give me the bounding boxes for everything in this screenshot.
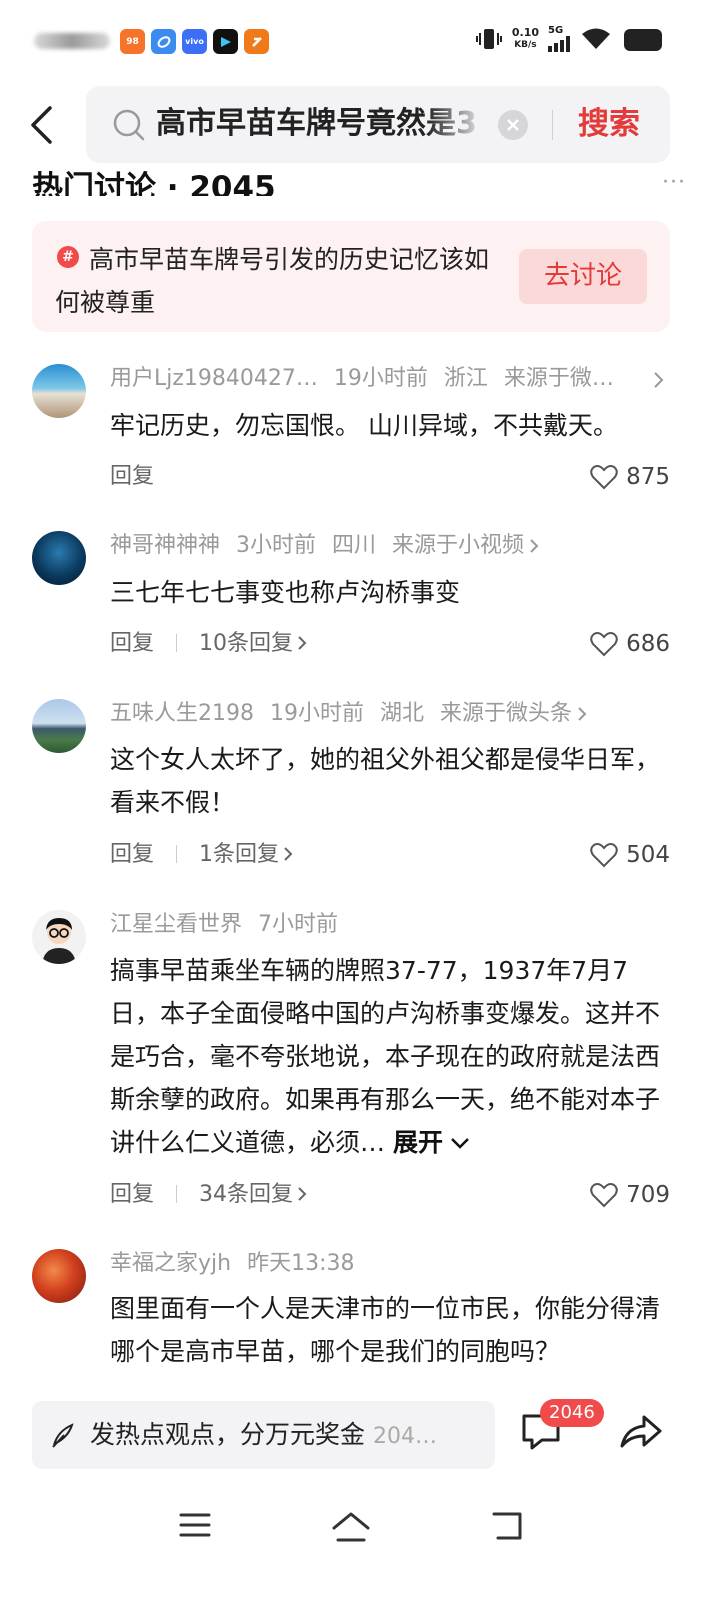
chevron-down-icon [451, 1138, 469, 1149]
clear-search-button[interactable] [498, 110, 528, 140]
username[interactable]: 江星尘看世界 [110, 912, 242, 937]
username[interactable]: 用户Ljz19840427… [110, 366, 318, 391]
comment-text: 搞事早苗乘坐车辆的牌照37-77，1937年7月7日，本子全面侵略中国的卢沟桥事… [110, 956, 661, 1157]
avatar[interactable] [32, 699, 86, 753]
comment-text: 图里面有一个人是天津市的一位市民，你能分得清哪个是高市早苗，哪个是我们的同胞吗？ [110, 1294, 661, 1366]
like-count: 686 [626, 631, 670, 657]
search-icon [113, 109, 145, 141]
region: 浙江 [443, 366, 488, 391]
reply-button[interactable]: 回复 [110, 631, 154, 656]
username[interactable]: 幸福之家yjh [110, 1251, 231, 1276]
comment-meta: 神哥神神神 3小时前 四川 来源于小视频 [110, 531, 540, 561]
notification-app-icons: 98 vivo [120, 29, 269, 54]
like-count: 875 [626, 464, 670, 490]
heart-icon [590, 465, 618, 490]
heart-icon [590, 843, 618, 868]
chevron-right-icon[interactable] [528, 537, 540, 555]
like-button[interactable]: 686 [590, 629, 670, 659]
comment-actions: 回复 1条回复 504 [110, 840, 670, 870]
timestamp: 19小时前 [270, 701, 364, 726]
vibrate-icon [475, 29, 502, 49]
battery-icon [624, 29, 662, 51]
comment-count-badge: 2046 [540, 1399, 604, 1427]
view-replies-button[interactable]: 1条回复 [199, 842, 294, 867]
cellular-signal-icon: 5G [548, 26, 572, 52]
avatar[interactable] [32, 364, 86, 418]
close-icon [507, 119, 519, 131]
menu-icon[interactable] [178, 1510, 212, 1540]
expand-button[interactable]: 展开 [393, 1128, 471, 1157]
chevron-right-icon [298, 1187, 307, 1201]
network-speed: 0.10 KB/s [511, 26, 539, 51]
region: 湖北 [380, 701, 425, 726]
topic-banner[interactable]: # 高市早苗车牌号引发的历史记忆该如何被尊重 去讨论 [32, 221, 670, 332]
system-navigation-bar [0, 1482, 720, 1608]
topic-title: 高市早苗车牌号引发的历史记忆该如何被尊重 [55, 245, 490, 317]
search-button[interactable]: 搜索 [578, 102, 640, 146]
home-icon[interactable] [330, 1510, 372, 1544]
timestamp: 19小时前 [333, 366, 428, 391]
chevron-right-icon [284, 847, 293, 861]
comment-meta: 用户Ljz19840427… 19小时前 浙江 来源于微… [110, 364, 630, 394]
comment-text: 牢记历史，勿忘国恨。 山川异域，不共戴天。 [110, 411, 618, 440]
search-bar[interactable]: 高市早苗车牌号竟然是3 搜索 [86, 86, 670, 163]
avatar[interactable] [32, 910, 86, 964]
reply-button[interactable]: 回复 [110, 1182, 154, 1207]
app-icon-2 [151, 29, 176, 54]
avatar[interactable] [32, 1249, 86, 1303]
username[interactable]: 神哥神神神 [110, 533, 220, 558]
chevron-right-icon[interactable] [576, 705, 588, 723]
comment-actions: 回复 10条回复 686 [110, 629, 670, 659]
post-placeholder: 发热点观点，分万元奖金 [90, 1420, 366, 1449]
like-count: 709 [626, 1182, 670, 1208]
reply-button[interactable]: 回复 [110, 842, 154, 867]
back-button[interactable] [28, 103, 62, 147]
share-icon[interactable] [618, 1412, 664, 1452]
app-icon-1: 98 [120, 29, 145, 54]
chevron-right-icon[interactable] [652, 370, 666, 390]
timestamp: 昨天13:38 [247, 1251, 355, 1276]
section-header: 热门讨论 · 2045 [32, 166, 692, 196]
view-replies-button[interactable]: 10条回复 [199, 631, 308, 656]
comment-actions: 回复 34条回复 709 [110, 1180, 670, 1210]
source: 来源于微… [503, 366, 614, 391]
username[interactable]: 五味人生2198 [110, 701, 254, 726]
like-button[interactable]: 504 [590, 840, 670, 870]
go-discuss-button[interactable]: 去讨论 [519, 249, 647, 304]
like-button[interactable]: 709 [590, 1180, 670, 1210]
source: 来源于小视频 [392, 533, 525, 558]
chevron-left-icon [31, 106, 52, 144]
timestamp: 7小时前 [258, 912, 339, 937]
chevron-right-icon [298, 636, 307, 650]
source: 来源于微头条 [440, 701, 573, 726]
back-nav-icon[interactable] [490, 1510, 526, 1542]
comment-text: 这个女人太坏了，她的祖父外祖父都是侵华日军，看来不假！ [110, 745, 661, 817]
comment-meta: 江星尘看世界 7小时前 [110, 910, 354, 940]
comment-meta: 五味人生2198 19小时前 湖北 来源于微头条 [110, 699, 588, 729]
like-count: 504 [626, 842, 670, 868]
view-replies-button[interactable]: 34条回复 [199, 1182, 308, 1207]
post-count: 204… [373, 1424, 438, 1449]
like-button[interactable]: 875 [590, 462, 670, 492]
comment-actions: 回复 875 [110, 462, 670, 492]
bottom-action-bar: 发热点观点，分万元奖金 204… 2046 [0, 1392, 720, 1482]
reply-button[interactable]: 回复 [110, 464, 154, 489]
more-options-button[interactable]: ··· [662, 170, 686, 195]
post-opinion-input[interactable]: 发热点观点，分万元奖金 204… [32, 1401, 495, 1469]
app-icon-5 [244, 29, 269, 54]
wifi-icon [582, 28, 610, 49]
pen-icon [52, 1423, 74, 1448]
blurred-carrier-name [34, 33, 110, 49]
avatar[interactable] [32, 531, 86, 585]
app-icon-3: vivo [182, 29, 207, 54]
status-bar: 98 vivo 0.10 KB/s 5G [0, 0, 720, 80]
section-title: 热门讨论 · 2045 [32, 170, 276, 196]
comment-text: 三七年七七事变也称卢沟桥事变 [110, 578, 461, 607]
timestamp: 3小时前 [236, 533, 317, 558]
app-icon-4 [213, 29, 238, 54]
heart-icon [590, 632, 618, 657]
comment-meta: 幸福之家yjh 昨天13:38 [110, 1249, 370, 1279]
region: 四川 [332, 533, 377, 558]
heart-icon [590, 1183, 618, 1208]
